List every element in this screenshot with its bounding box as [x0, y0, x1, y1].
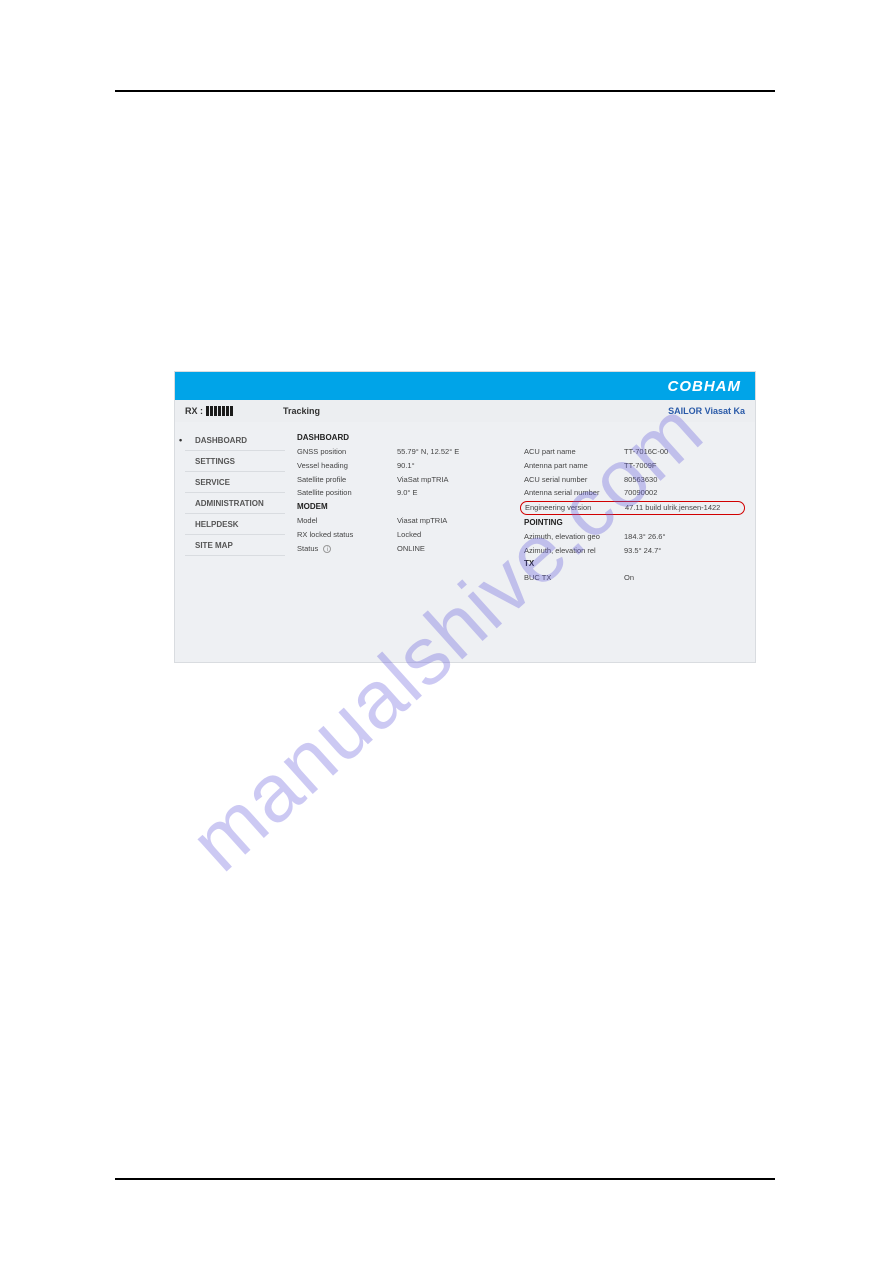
sidebar-item-label: HELPDESK [195, 520, 239, 529]
sidebar-item-administration[interactable]: ADMINISTRATION [185, 493, 285, 514]
label: Vessel heading [297, 461, 397, 471]
row-az-el-geo: Azimuth, elevation geo 184.3° 26.6° [524, 532, 741, 542]
label: ACU serial number [524, 475, 624, 485]
row-vessel-heading: Vessel heading 90.1° [297, 461, 514, 471]
sidebar-item-label: DASHBOARD [195, 436, 247, 445]
app-body: DASHBOARD SETTINGS SERVICE ADMINISTRATIO… [175, 422, 755, 662]
value: 90.1° [397, 461, 514, 471]
left-column: DASHBOARD GNSS position 55.79° N, 12.52°… [297, 430, 514, 632]
sidebar: DASHBOARD SETTINGS SERVICE ADMINISTRATIO… [175, 422, 285, 662]
value: TT-7016C-00 [624, 447, 741, 457]
label: Antenna part name [524, 461, 624, 471]
row-acu-part: ACU part name TT-7016C-00 [524, 447, 741, 457]
row-rx-locked: RX locked status Locked [297, 530, 514, 540]
sidebar-item-service[interactable]: SERVICE [185, 472, 285, 493]
label: Antenna serial number [524, 488, 624, 498]
dashboard-content: DASHBOARD GNSS position 55.79° N, 12.52°… [285, 422, 755, 662]
document-page: COBHAM RX : Tracking SAILOR Viasat Ka DA… [115, 90, 775, 1180]
dashboard-title: DASHBOARD [297, 433, 514, 442]
row-buc-tx: BUC TX On [524, 573, 741, 583]
brand-header: COBHAM [175, 372, 755, 400]
label: Model [297, 516, 397, 526]
sidebar-item-label: SETTINGS [195, 457, 235, 466]
label: Azimuth, elevation rel [524, 546, 624, 556]
row-antenna-part: Antenna part name TT-7009F [524, 461, 741, 471]
status-bar: RX : Tracking SAILOR Viasat Ka [175, 400, 755, 422]
label: Satellite profile [297, 475, 397, 485]
app-screenshot: COBHAM RX : Tracking SAILOR Viasat Ka DA… [175, 372, 755, 662]
row-satellite-profile: Satellite profile ViaSat mpTRIA [297, 475, 514, 485]
value: 9.0° E [397, 488, 514, 498]
label: Satellite position [297, 488, 397, 498]
sidebar-item-helpdesk[interactable]: HELPDESK [185, 514, 285, 535]
label: RX locked status [297, 530, 397, 540]
tracking-status: Tracking [283, 406, 320, 416]
right-column: . ACU part name TT-7016C-00 Antenna part… [524, 430, 741, 632]
info-icon[interactable]: i [323, 545, 331, 553]
value: On [624, 573, 741, 583]
value: 80563630 [624, 475, 741, 485]
row-antenna-serial: Antenna serial number 70090002 [524, 488, 741, 498]
label: ACU part name [524, 447, 624, 457]
rx-signal-icon [206, 406, 233, 416]
pointing-title: POINTING [524, 518, 741, 527]
value: TT-7009F [624, 461, 741, 471]
product-name: SAILOR Viasat Ka [668, 406, 745, 416]
modem-title: MODEM [297, 502, 514, 511]
value: ONLINE [397, 544, 514, 554]
value: Viasat mpTRIA [397, 516, 514, 526]
row-acu-serial: ACU serial number 80563630 [524, 475, 741, 485]
sidebar-item-dashboard[interactable]: DASHBOARD [185, 430, 285, 451]
value: 93.5° 24.7° [624, 546, 741, 556]
value: 55.79° N, 12.52° E [397, 447, 514, 457]
sidebar-item-label: ADMINISTRATION [195, 499, 264, 508]
row-engineering-version-highlighted: Engineering version 47.11 build ulrik.je… [520, 501, 745, 515]
rx-label: RX : [185, 406, 203, 416]
value: Locked [397, 530, 514, 540]
row-gnss-position: GNSS position 55.79° N, 12.52° E [297, 447, 514, 457]
row-az-el-rel: Azimuth, elevation rel 93.5° 24.7° [524, 546, 741, 556]
label: Engineering version [525, 503, 625, 513]
label: Status i [297, 544, 397, 554]
row-modem-status: Status i ONLINE [297, 544, 514, 554]
value: 47.11 build ulrik.jensen-1422 [625, 503, 740, 513]
row-modem-model: Model Viasat mpTRIA [297, 516, 514, 526]
sidebar-item-settings[interactable]: SETTINGS [185, 451, 285, 472]
row-satellite-position: Satellite position 9.0° E [297, 488, 514, 498]
value: ViaSat mpTRIA [397, 475, 514, 485]
sidebar-item-sitemap[interactable]: SITE MAP [185, 535, 285, 556]
label: Azimuth, elevation geo [524, 532, 624, 542]
value: 70090002 [624, 488, 741, 498]
sidebar-item-label: SITE MAP [195, 541, 233, 550]
sidebar-item-label: SERVICE [195, 478, 230, 487]
tx-title: TX [524, 559, 741, 568]
label: GNSS position [297, 447, 397, 457]
label: BUC TX [524, 573, 624, 583]
value: 184.3° 26.6° [624, 532, 741, 542]
brand-logo: COBHAM [668, 378, 742, 395]
